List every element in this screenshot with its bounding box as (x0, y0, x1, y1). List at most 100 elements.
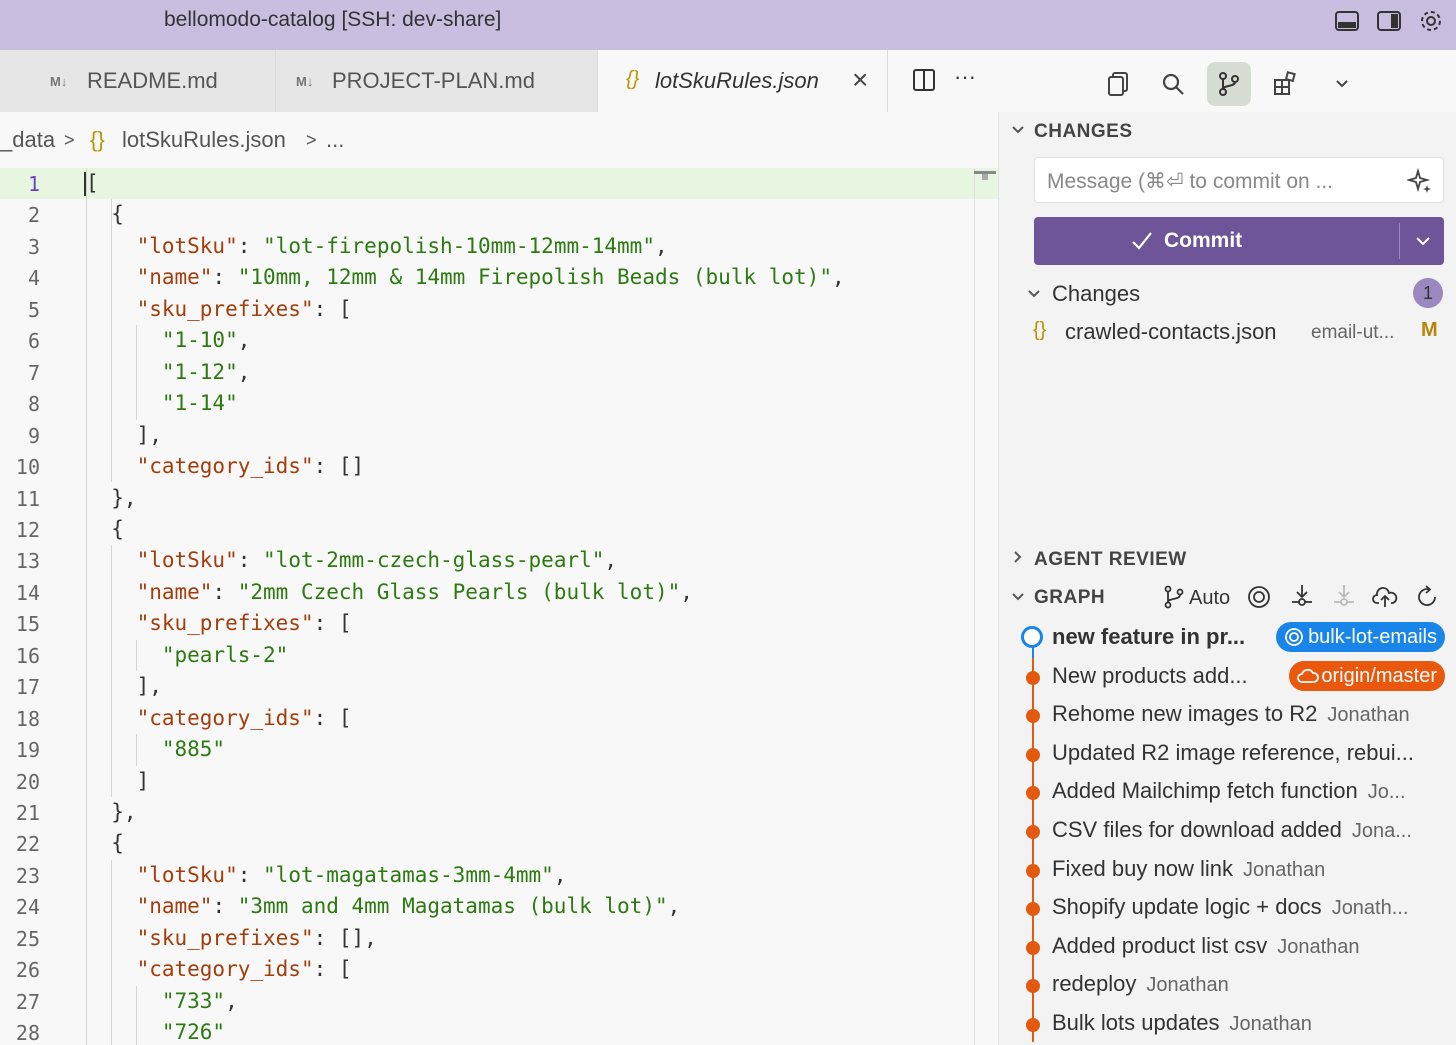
code-line[interactable]: 8 "1-14" (0, 388, 998, 419)
fetch-icon[interactable] (1290, 583, 1314, 616)
code-line[interactable]: 10 "category_ids": [] (0, 451, 998, 482)
extensions-icon[interactable] (1263, 62, 1307, 106)
tab-lotskurules[interactable]: {} lotSkuRules.json × (598, 50, 888, 112)
commit-row[interactable]: new feature in pr... bulk-lot-emails (999, 618, 1456, 657)
code-line[interactable]: 19 "885" (0, 734, 998, 765)
cloud-upload-icon[interactable] (1372, 585, 1398, 614)
chevron-down-icon[interactable] (1011, 123, 1025, 140)
code-line[interactable]: 14 "name": "2mm Czech Glass Pearls (bulk… (0, 577, 998, 608)
search-icon[interactable] (1151, 62, 1195, 106)
chevron-down-icon[interactable] (1011, 590, 1025, 607)
settings-gear-icon[interactable] (1418, 8, 1444, 34)
pull-icon[interactable] (1332, 583, 1356, 616)
code-line[interactable]: 15 "sku_prefixes": [ (0, 608, 998, 639)
commit-row[interactable]: Rehome new images to R2 Jonathan (999, 695, 1456, 734)
commit-row[interactable]: CSV files for download added Jona... (999, 811, 1456, 850)
line-number: 18 (15, 706, 40, 731)
changed-file-name: crawled-contacts.json (1065, 319, 1277, 344)
code-line[interactable]: 13 "lotSku": "lot-2mm-czech-glass-pearl"… (0, 545, 998, 576)
commit-row[interactable]: Added product list csv Jonathan (999, 927, 1456, 966)
more-actions-icon[interactable]: ··· (954, 64, 976, 90)
markdown-icon: M↓ (296, 74, 314, 89)
code-line[interactable]: 12 { (0, 514, 998, 545)
json-punctuation: [ (86, 171, 99, 195)
breadcrumb-folder[interactable]: _data (0, 127, 55, 153)
commit-button[interactable]: Commit (1034, 217, 1444, 265)
code-line[interactable]: 28 "726" (0, 1017, 998, 1045)
tab-readme[interactable]: M↓ README.md (0, 50, 276, 112)
breadcrumb-file[interactable]: lotSkuRules.json (122, 127, 286, 153)
commit-row[interactable]: redeploy Jonathan (999, 965, 1456, 1004)
tab-project-plan[interactable]: M↓ PROJECT-PLAN.md (276, 50, 598, 112)
code-line[interactable]: 4 "name": "10mm, 12mm & 14mm Firepolish … (0, 262, 998, 293)
code-line[interactable]: 25 "sku_prefixes": [], (0, 923, 998, 954)
commit-row[interactable]: Shopify update logic + docs Jonath... (999, 888, 1456, 927)
code-line[interactable]: 2 { (0, 199, 998, 230)
commit-message: new feature in pr... (1052, 624, 1245, 650)
changes-section-title[interactable]: CHANGES (1034, 121, 1133, 143)
commit-row[interactable]: Updated R2 image reference, rebui... (999, 734, 1456, 773)
chevron-right-icon[interactable] (1011, 550, 1025, 567)
changed-file-item[interactable]: {} crawled-contacts.json email-ut... M (999, 313, 1456, 351)
code-line[interactable]: 20 ] (0, 766, 998, 797)
commit-row[interactable]: Bulk lots updates Jonathan (999, 1004, 1456, 1043)
code-line[interactable]: 16 "pearls-2" (0, 640, 998, 671)
toggle-secondary-sidebar-icon[interactable] (1376, 8, 1402, 34)
commit-author: Jonathan (1146, 974, 1229, 997)
code-line[interactable]: 11 }, (0, 483, 998, 514)
code-line[interactable]: 1[ (0, 168, 998, 200)
code-line[interactable]: 26 "category_ids": [ (0, 954, 998, 985)
graph-section-title[interactable]: GRAPH (1034, 587, 1105, 609)
source-control-icon[interactable] (1207, 62, 1251, 106)
code-line[interactable]: 23 "lotSku": "lot-magatamas-3mm-4mm", (0, 860, 998, 891)
code-line[interactable]: 22 { (0, 828, 998, 859)
json-key: "name" (136, 579, 213, 604)
commit-message-text: New products add... (1052, 662, 1248, 688)
commit-row[interactable]: Fixed buy now link Jonathan (999, 850, 1456, 889)
commit-message-text: Shopify update logic + docs (1052, 894, 1322, 920)
code-line[interactable]: 17 ], (0, 671, 998, 702)
commit-row[interactable]: New products add... origin/master (999, 657, 1456, 696)
code-line[interactable]: 5 "sku_prefixes": [ (0, 294, 998, 325)
code-text: ], (86, 674, 162, 698)
target-icon[interactable] (1247, 585, 1271, 614)
code-line[interactable]: 6 "1-10", (0, 325, 998, 356)
agent-review-section-title[interactable]: AGENT REVIEW (1034, 549, 1187, 571)
ref-badge[interactable]: origin/master (1289, 660, 1445, 691)
changes-group[interactable]: Changes 1 (999, 275, 1456, 313)
commit-dropdown-chevron-icon[interactable] (1415, 233, 1431, 254)
code-line[interactable]: 24 "name": "3mm and 4mm Magatamas (bulk … (0, 891, 998, 922)
line-number: 16 (15, 643, 40, 668)
code-line[interactable]: 27 "733", (0, 986, 998, 1017)
code-editor[interactable]: 1[2 {3 "lotSku": "lot-firepolish-10mm-12… (0, 168, 998, 1045)
code-line[interactable]: 3 "lotSku": "lot-firepolish-10mm-12mm-14… (0, 231, 998, 262)
code-text: "885" (86, 737, 225, 761)
code-line[interactable]: 7 "1-12", (0, 357, 998, 388)
split-editor-icon[interactable] (912, 68, 936, 97)
commit-message: Added product list csv Jonathan (1052, 933, 1360, 959)
commit-row[interactable]: Added Mailchimp fetch function Jo... (999, 772, 1456, 811)
json-punctuation (86, 643, 162, 667)
indent-guide (86, 168, 87, 1045)
code-text: "name": "3mm and 4mm Magatamas (bulk lot… (86, 894, 681, 918)
refresh-icon[interactable] (1415, 585, 1439, 614)
line-number: 25 (15, 926, 40, 951)
graph-auto-toggle[interactable]: Auto (1189, 587, 1230, 610)
changed-file-path: email-ut... (1311, 322, 1395, 343)
code-line[interactable]: 9 ], (0, 420, 998, 451)
breadcrumb-more[interactable]: ... (326, 127, 344, 153)
commit-message-input[interactable]: Message (⌘⏎ to commit on ... (1034, 157, 1444, 203)
chevron-down-icon[interactable] (1320, 62, 1364, 106)
sparkle-icon[interactable] (1405, 167, 1433, 199)
close-tab-icon[interactable]: × (852, 64, 868, 96)
explorer-icon[interactable] (1096, 62, 1140, 106)
editor-scrollbar[interactable] (974, 168, 975, 1045)
json-punctuation (86, 737, 162, 761)
code-line[interactable]: 21 }, (0, 797, 998, 828)
ref-badge[interactable]: bulk-lot-emails (1276, 622, 1445, 652)
toggle-panel-icon[interactable] (1334, 8, 1360, 34)
markdown-icon: M↓ (50, 74, 68, 89)
json-punctuation: , (604, 548, 618, 573)
code-line[interactable]: 18 "category_ids": [ (0, 703, 998, 734)
code-text: "category_ids": [ (86, 957, 352, 981)
